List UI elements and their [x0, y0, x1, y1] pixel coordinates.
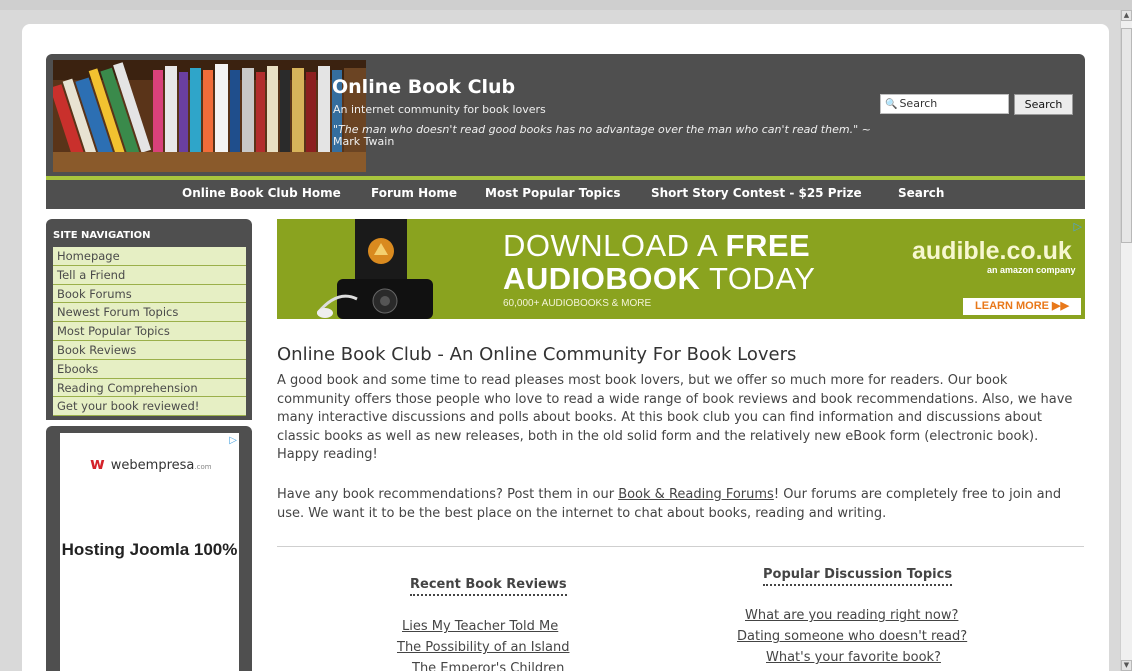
popular-topics-title: Popular Discussion Topics: [763, 567, 953, 586]
recent-review-link[interactable]: The Possibility of an Island: [397, 640, 570, 655]
search-placeholder: Search: [899, 97, 938, 110]
sidebar-item-tell-a-friend[interactable]: Tell a Friend: [53, 265, 246, 285]
sidebar-item-homepage[interactable]: Homepage: [53, 247, 246, 266]
nav-most-popular-topics[interactable]: Most Popular Topics: [485, 186, 621, 200]
search-input[interactable]: 🔍 Search: [880, 94, 1009, 114]
intro-paragraph: A good book and some time to read please…: [277, 373, 1073, 462]
amazon-company-label: an amazon company: [987, 265, 1076, 275]
sidebar-ad[interactable]: ▷ w webempresa.com Hosting Joomla 100%: [60, 433, 239, 671]
content-divider: [277, 546, 1084, 547]
page-title: Online Book Club - An Online Community F…: [277, 344, 797, 365]
ad-choices-icon[interactable]: ▷: [229, 435, 237, 446]
learn-more-button[interactable]: LEARN MORE ▶▶: [963, 298, 1081, 315]
webempresa-w-icon: w: [90, 454, 105, 473]
sidebar-item-most-popular-topics[interactable]: Most Popular Topics: [53, 322, 246, 341]
site-header: Online Book Club An internet community f…: [46, 54, 1085, 209]
scrollbar-thumb[interactable]: [1121, 28, 1132, 243]
webempresa-logo: w webempresa.com: [90, 454, 212, 473]
sidebar-ad-headline: Hosting Joomla 100%: [61, 540, 238, 559]
book-reading-forums-link[interactable]: Book & Reading Forums: [618, 487, 774, 502]
nav-search[interactable]: Search: [898, 186, 944, 200]
recent-review-link[interactable]: The Emperor's Children: [412, 661, 564, 671]
forum-invite-paragraph: Have any book recommendations? Post them…: [277, 487, 1062, 521]
popular-topic-link[interactable]: What are you reading right now?: [745, 608, 958, 623]
sidebar-ad-panel: ▷ w webempresa.com Hosting Joomla 100%: [46, 426, 252, 671]
sidebar-item-get-book-reviewed[interactable]: Get your book reviewed!: [53, 397, 246, 417]
ad-choices-icon[interactable]: ▷: [1074, 220, 1082, 233]
site-quote: "The man who doesn't read good books has…: [333, 124, 878, 148]
ad-subtext: 60,000+ AUDIOBOOKS & MORE: [503, 298, 652, 309]
quote-text: "The man who doesn't read good books has…: [333, 123, 859, 136]
search-icon: 🔍: [885, 99, 898, 110]
site-title[interactable]: Online Book Club: [332, 76, 515, 98]
scroll-down-arrow-icon[interactable]: ▼: [1121, 660, 1132, 671]
recent-review-link[interactable]: Lies My Teacher Told Me: [402, 619, 558, 634]
bookshelf-banner-image: [53, 60, 366, 172]
audiobook-player-image: [317, 219, 433, 319]
vertical-scrollbar[interactable]: ▲ ▼: [1120, 10, 1132, 671]
nav-online-book-club-home[interactable]: Online Book Club Home: [182, 186, 341, 200]
sidebar-item-book-forums[interactable]: Book Forums: [53, 284, 246, 304]
popular-topic-link[interactable]: Dating someone who doesn't read?: [737, 629, 967, 644]
site-navigation-list: Homepage Tell a Friend Book Forums Newes…: [53, 247, 246, 417]
ad-headline-line2: AUDIOBOOK TODAY: [503, 261, 816, 296]
browser-top-edge: [0, 0, 1132, 10]
ad-headline-line1: DOWNLOAD A FREE: [503, 228, 811, 263]
sidebar-item-newest-forum-topics[interactable]: Newest Forum Topics: [53, 303, 246, 323]
site-navigation-panel: SITE NAVIGATION Homepage Tell a Friend B…: [46, 219, 252, 420]
audible-ad-banner[interactable]: DOWNLOAD A FREE AUDIOBOOK TODAY 60,000+ …: [277, 219, 1085, 319]
sidebar-item-ebooks[interactable]: Ebooks: [53, 359, 246, 379]
sidebar-item-reading-comprehension[interactable]: Reading Comprehension: [53, 378, 246, 398]
search-button[interactable]: Search: [1014, 94, 1073, 115]
audible-logo: audible.co.uk: [912, 237, 1072, 265]
popular-topic-link[interactable]: What's your favorite book?: [766, 650, 941, 665]
site-navigation-title: SITE NAVIGATION: [53, 230, 151, 241]
top-nav-bar: Online Book Club Home Forum Home Most Po…: [46, 180, 1085, 209]
recent-reviews-title: Recent Book Reviews: [410, 577, 567, 596]
scroll-up-arrow-icon[interactable]: ▲: [1121, 10, 1132, 21]
nav-short-story-contest[interactable]: Short Story Contest - $25 Prize: [651, 186, 862, 200]
nav-forum-home[interactable]: Forum Home: [371, 186, 457, 200]
sidebar-item-book-reviews[interactable]: Book Reviews: [53, 340, 246, 360]
site-tagline: An internet community for book lovers: [333, 103, 546, 116]
